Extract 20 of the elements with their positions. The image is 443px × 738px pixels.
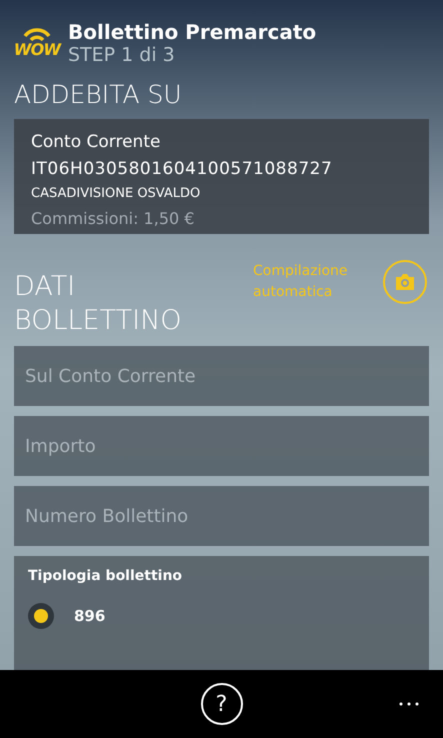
fee-text: Commissioni: 1,50 € bbox=[31, 208, 196, 230]
account-type: Conto Corrente bbox=[31, 131, 162, 154]
option-label: 896 bbox=[74, 606, 106, 628]
page-title: Bollettino Premarcato bbox=[68, 20, 316, 44]
account-holder: CASADIVISIONE OSVALDO bbox=[31, 185, 202, 203]
camera-icon bbox=[394, 273, 416, 292]
input-field[interactable]: Importo bbox=[14, 416, 429, 476]
input-field[interactable]: Numero Bollettino bbox=[14, 486, 429, 546]
section-heading: DATI bbox=[14, 270, 76, 304]
group-label: Tipologia bollettino bbox=[28, 567, 184, 586]
step-indicator: STEP 1 di 3 bbox=[68, 44, 176, 66]
input-field[interactable]: Sul Conto Corrente bbox=[14, 346, 429, 406]
app-logo: WOW bbox=[14, 28, 60, 58]
account-card[interactable]: Conto Corrente IT06H0305801604100571088727 CASADIVISIONE OSVALDO Commissioni: 1,50 € bbox=[14, 119, 429, 234]
help-button[interactable]: ? bbox=[200, 683, 242, 725]
section-heading: ADDEBITA SU bbox=[14, 80, 183, 110]
radio-button[interactable] bbox=[28, 603, 54, 630]
more-icon[interactable] bbox=[399, 702, 419, 706]
iban-text: IT06H0305801604100571088727 bbox=[31, 158, 334, 181]
section-heading: BOLLETTINO bbox=[14, 304, 182, 338]
